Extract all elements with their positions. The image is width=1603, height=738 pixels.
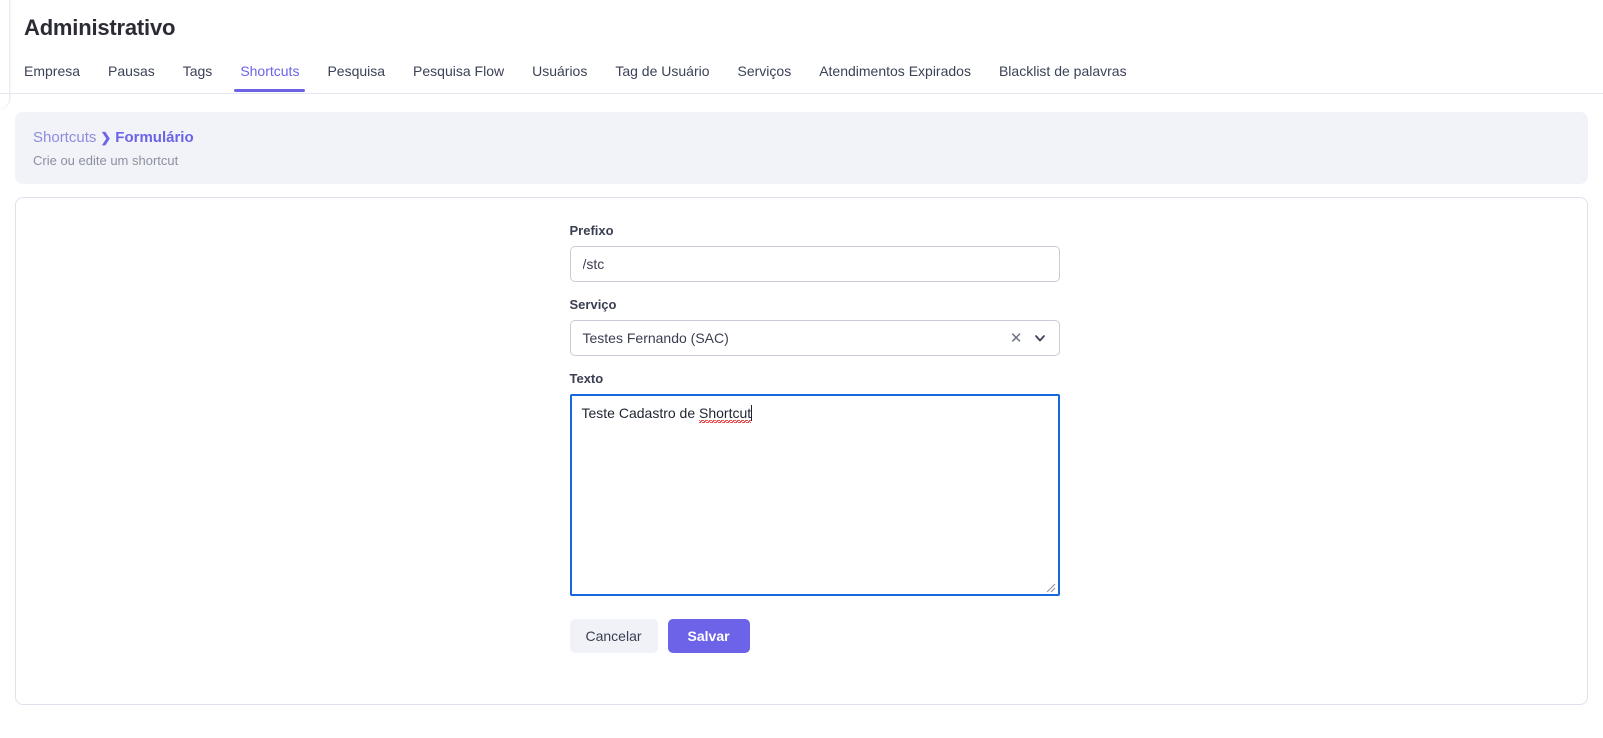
prefixo-label: Prefixo — [569, 223, 614, 238]
save-button[interactable]: Salvar — [667, 619, 750, 653]
chevron-down-icon[interactable] — [1031, 331, 1049, 345]
texto-value-misspelled: Shortcut — [699, 405, 752, 423]
tab-servicos[interactable]: Serviços — [724, 61, 806, 91]
texto-label: Texto — [569, 371, 604, 386]
servico-select[interactable]: Testes Fernando (SAC) ✕ — [569, 320, 1060, 356]
tab-pausas[interactable]: Pausas — [94, 61, 169, 91]
page-title: Administrativo — [24, 15, 176, 40]
tab-pesquisa[interactable]: Pesquisa — [313, 61, 399, 91]
form-actions: Cancelar Salvar — [569, 619, 1060, 653]
tab-tags[interactable]: Tags — [169, 61, 227, 91]
tab-empresa[interactable]: Empresa — [24, 61, 94, 91]
tab-atendimentos-expirados[interactable]: Atendimentos Expirados — [805, 61, 985, 91]
tab-pesquisa-flow[interactable]: Pesquisa Flow — [399, 61, 518, 91]
tab-usuarios[interactable]: Usuários — [518, 61, 601, 91]
main-tab-bar: Empresa Pausas Tags Shortcuts Pesquisa P… — [0, 61, 1603, 94]
tab-tag-de-usuario[interactable]: Tag de Usuário — [601, 61, 723, 91]
servico-selected-value: Testes Fernando (SAC) — [582, 330, 729, 346]
breadcrumb-current: Formulário — [115, 129, 194, 146]
form-card: Prefixo Serviço Testes Fernando (SAC) ✕ … — [15, 197, 1588, 705]
breadcrumb-subtitle: Crie ou edite um shortcut — [33, 153, 179, 168]
texto-textarea[interactable]: Teste Cadastro de Shortcut — [569, 394, 1060, 596]
chevron-right-icon: ❯ — [100, 130, 112, 145]
texto-value-prefix: Teste Cadastro de — [581, 405, 700, 421]
breadcrumb-link-shortcuts[interactable]: Shortcuts — [33, 129, 96, 146]
breadcrumb-panel: Shortcuts ❯ Formulário Crie ou edite um sh… — [15, 112, 1588, 184]
textarea-resize-handle[interactable] — [1044, 580, 1056, 593]
breadcrumb: Shortcuts ❯ Formulário — [33, 128, 1570, 148]
page-header: Administrativo — [0, 0, 1603, 42]
servico-label: Serviço — [569, 297, 617, 312]
close-icon[interactable]: ✕ — [1002, 331, 1031, 346]
prefixo-input[interactable] — [569, 246, 1060, 282]
tab-shortcuts[interactable]: Shortcuts — [226, 61, 313, 92]
shortcut-form: Prefixo Serviço Testes Fernando (SAC) ✕ … — [569, 198, 1060, 653]
cancel-button[interactable]: Cancelar — [569, 619, 658, 653]
tab-blacklist-de-palavras[interactable]: Blacklist de palavras — [985, 61, 1141, 91]
